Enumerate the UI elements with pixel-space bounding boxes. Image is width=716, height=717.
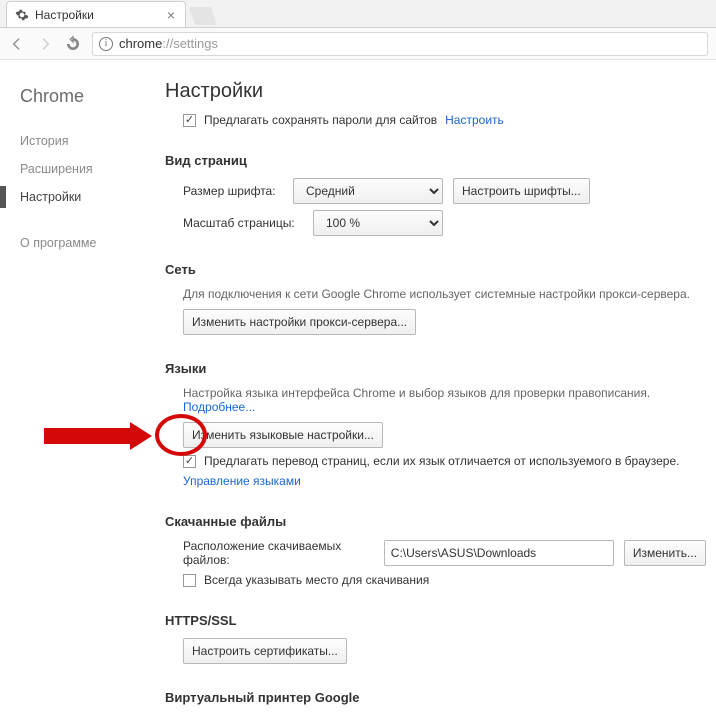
section-printer-cut: Виртуальный принтер Google [165,690,706,705]
section-https: HTTPS/SSL [165,613,706,628]
download-ask-label: Всегда указывать место для скачивания [204,573,429,587]
page-zoom-label: Масштаб страницы: [183,216,303,230]
browser-tabbar: Настройки × [0,0,716,28]
font-size-select[interactable]: Средний [293,178,443,204]
back-button[interactable] [8,35,26,53]
translate-offer-checkbox[interactable] [183,455,196,468]
customize-fonts-button[interactable]: Настроить шрифты... [453,178,590,204]
translate-offer-label: Предлагать перевод страниц, если их язык… [204,454,680,468]
browser-tab-active[interactable]: Настройки × [6,1,186,27]
tab-title: Настройки [35,8,159,22]
section-languages: Языки [165,361,706,376]
url-host: chrome [119,36,162,51]
reload-button[interactable] [64,35,82,53]
languages-more-link[interactable]: Подробнее... [183,400,255,414]
info-icon[interactable]: i [99,37,113,51]
sidebar-item-history[interactable]: История [20,127,155,155]
passwords-save-checkbox[interactable] [183,114,196,127]
passwords-configure-link[interactable]: Настроить [445,113,504,127]
download-ask-checkbox[interactable] [183,574,196,587]
passwords-save-label: Предлагать сохранять пароли для сайтов [204,113,437,127]
certificates-button[interactable]: Настроить сертификаты... [183,638,347,664]
network-desc: Для подключения к сети Google Chrome исп… [183,287,706,301]
section-downloads: Скачанные файлы [165,514,706,529]
sidebar-item-settings[interactable]: Настройки [20,183,155,211]
languages-desc: Настройка языка интерфейса Chrome и выбо… [183,386,706,414]
sidebar-item-extensions[interactable]: Расширения [20,155,155,183]
sidebar: Chrome История Расширения Настройки О пр… [0,60,155,717]
download-location-field[interactable] [384,540,614,566]
sidebar-item-about[interactable]: О программе [20,229,155,257]
font-size-label: Размер шрифта: [183,184,283,198]
new-tab-button[interactable] [189,7,218,25]
close-icon[interactable]: × [165,7,177,23]
proxy-settings-button[interactable]: Изменить настройки прокси-сервера... [183,309,416,335]
download-location-label: Расположение скачиваемых файлов: [183,539,374,567]
manage-languages-link[interactable]: Управление языками [183,474,301,488]
url-path: ://settings [162,36,218,51]
browser-toolbar: i chrome://settings [0,28,716,60]
language-settings-button[interactable]: Изменить языковые настройки... [183,422,383,448]
page-title: Настройки [165,80,706,103]
page-zoom-select[interactable]: 100 % [313,210,443,236]
forward-button[interactable] [36,35,54,53]
gear-icon [15,8,29,22]
section-appearance: Вид страниц [165,153,706,168]
brand: Chrome [20,86,155,107]
settings-content: Настройки Предлагать сохранять пароли дл… [155,60,716,717]
section-network: Сеть [165,262,706,277]
download-change-button[interactable]: Изменить... [624,540,706,566]
address-bar[interactable]: i chrome://settings [92,32,708,56]
